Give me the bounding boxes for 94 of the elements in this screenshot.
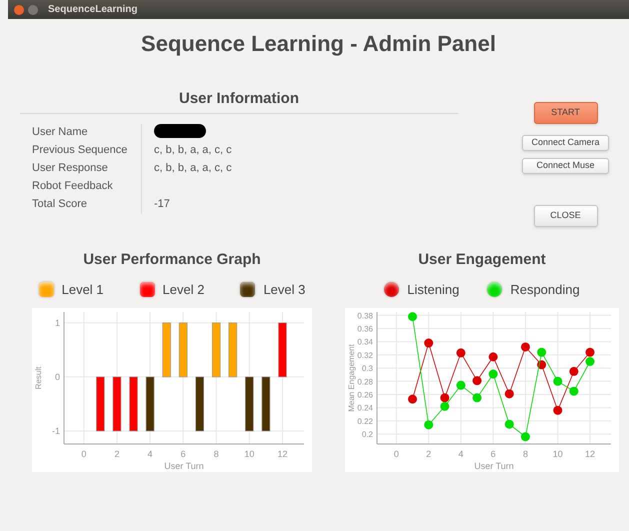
x-tick-label: 8 [522,448,528,458]
bar [278,322,287,377]
data-point [569,366,578,376]
legend-label: Level 1 [62,280,104,299]
y-tick-label: 0.26 [357,390,374,399]
x-tick-label: 6 [180,448,186,458]
y-tick-label: 0 [54,371,60,382]
y-axis-label: Mean Engagement [347,344,356,412]
chart-title: User Performance Graph [83,250,261,270]
bar [96,376,105,431]
x-tick-label: 4 [148,448,153,458]
data-point [440,392,450,402]
x-tick-label: 2 [114,448,120,458]
data-point [440,401,450,410]
window-title: SequenceLearning [48,3,138,17]
legend-label: Responding [510,280,580,299]
section-title: User Information [178,89,299,109]
data-point [456,348,466,357]
field-label: Previous Sequence [32,142,128,158]
data-point [472,392,482,402]
bar [146,376,154,431]
data-point [424,420,434,429]
action-button[interactable]: CLOSE [534,205,598,227]
x-tick-label: 10 [244,448,254,458]
y-axis: -1 0 1 [52,311,64,444]
y-tick-label: -1 [52,426,60,436]
y-tick-label: 0.3 [362,364,374,373]
data-point [586,347,595,356]
y-tick-label: 0.22 [357,416,374,426]
x-tick-label: 12 [585,448,596,458]
bar [245,376,254,431]
data-point [537,347,546,356]
field-label: Robot Feedback [32,178,114,194]
x-tick-label: 8 [214,448,219,458]
data-point [504,388,514,398]
close-icon[interactable] [14,4,24,14]
bar [112,376,122,431]
data-point [504,419,514,428]
chart-title: User Engagement [418,250,546,270]
field-value: c, b, b, a, a, c, c [154,161,232,176]
data-point [456,380,466,390]
field-label: User Response [32,160,109,176]
data-point [553,376,562,386]
bar [162,322,171,377]
data-point [520,342,530,351]
y-tick-label: 0.28 [357,376,374,386]
bar [228,322,238,377]
x-axis: 0 2 4 6 8 10 12 [64,443,304,458]
y-tick-label: 0.32 [357,350,374,360]
bar [195,376,204,431]
data-point [569,386,578,396]
data-point [408,312,417,321]
bar [178,322,188,377]
x-axis-label: User Turn [474,460,514,470]
data-point [537,360,546,369]
action-button[interactable]: Connect Muse [522,158,609,174]
data-point [488,352,498,361]
legend-label: Level 2 [162,280,204,299]
y-tick-label: 1 [54,317,60,328]
x-tick-label: 6 [490,448,496,458]
field-label: Total Score [32,196,88,212]
x-tick-label: 0 [394,448,399,458]
maximize-icon[interactable] [28,4,38,14]
action-button[interactable]: Connect Camera [522,135,609,151]
y-axis-label: Result [34,366,43,389]
action-button[interactable]: START [534,102,598,124]
y-tick-label: 0.2 [362,430,374,439]
field-value: -17 [154,197,170,212]
y-tick-label: 0.38 [357,310,374,320]
data-point [408,394,417,404]
x-axis-label: User Turn [164,460,204,470]
data-point [472,376,482,385]
bar [212,322,221,377]
x-tick-label: 0 [81,448,86,458]
y-tick-label: 0.36 [357,324,374,333]
y-tick-label: 0.24 [357,403,374,412]
data-point [520,432,530,441]
field-label: User Name [32,124,89,140]
legend-label: Level 3 [263,280,306,299]
data-point [488,369,498,378]
x-tick-label: 4 [458,448,464,458]
x-tick-label: 10 [552,448,563,458]
legend-label: Listening [407,280,460,299]
data-point [586,356,595,366]
page-heading: Sequence Learning - Admin Panel [141,30,496,58]
x-axis: 0 2 4 6 8 10 12 [376,443,612,458]
data-point [553,405,562,414]
bar [262,376,270,431]
bar [129,376,138,431]
data-point [424,338,434,348]
field-value: c, b, b, a, a, c, c [154,143,232,158]
x-tick-label: 2 [426,448,432,458]
y-tick-label: 0.34 [357,337,374,346]
x-tick-label: 12 [277,448,288,458]
